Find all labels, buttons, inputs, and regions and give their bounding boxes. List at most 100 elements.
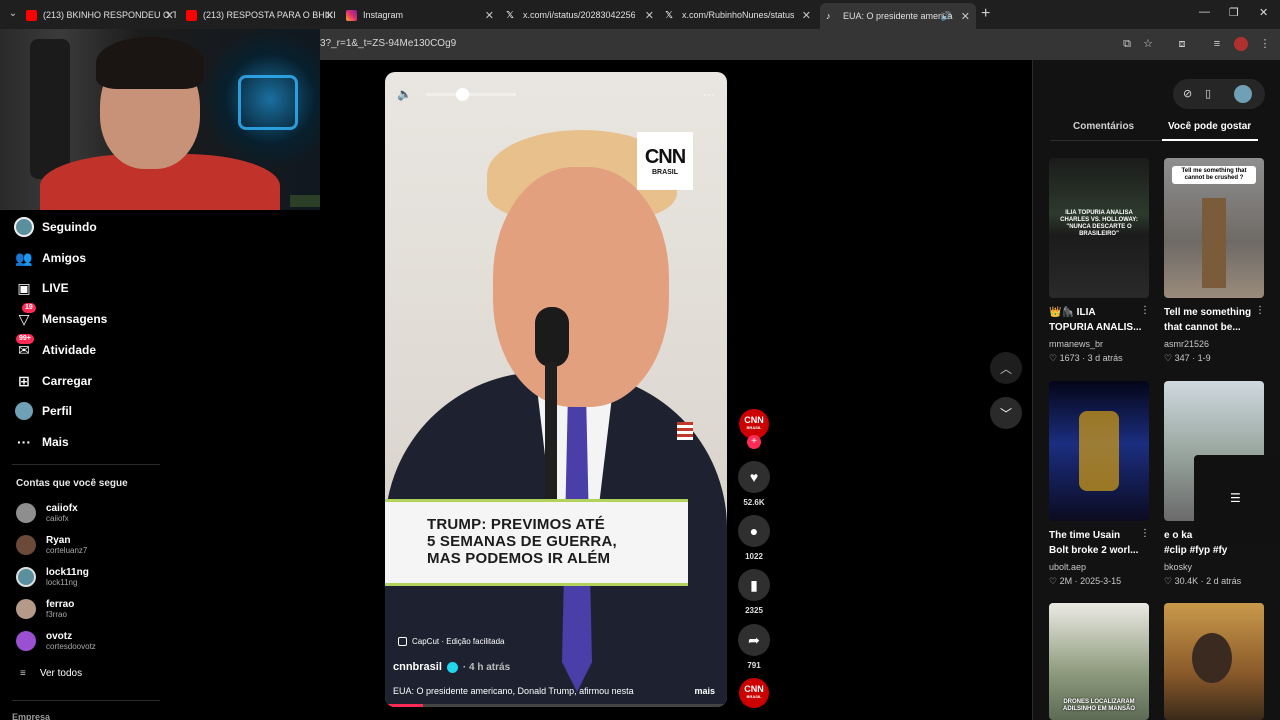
share-icon[interactable]: ➦ [738,624,770,656]
account-item[interactable]: Ryan corteluanz7 [16,533,87,557]
minimize-icon[interactable]: — [1199,6,1210,18]
following-avatar-icon [14,217,34,237]
heart-icon[interactable]: ♥ [738,461,770,493]
speaker-icon[interactable]: 🔊 [941,11,952,22]
video-subject-face [493,167,669,407]
account-item[interactable]: ferrao f3rrao [16,597,74,621]
save-action[interactable]: ▮ 2325 [737,569,771,615]
bookmark-icon[interactable]: ▮ [738,569,770,601]
video-author[interactable]: cnnbrasil · 4 h atrás [393,661,510,673]
logo-subtext: BRASIL [651,169,679,176]
bookmark-star-icon[interactable]: ☆ [1141,37,1155,51]
like-action[interactable]: ♥ 52.6K [737,461,771,507]
account-name: caiiofx [46,503,78,514]
sidebar-item-friends[interactable]: 👥 Amigos [14,247,86,269]
sidebar-divider [12,464,160,465]
card-title[interactable]: The time Usain Bolt broke 2 worl... [1049,528,1149,558]
video-thumbnail[interactable]: ILIA TOPURIA ANALISA CHARLES VS. HOLLOWA… [1049,158,1149,298]
footer-link-company[interactable]: Empresa [12,712,50,720]
thumbnail-text: Tell me something that cannot be crushed… [1172,166,1256,184]
card-title[interactable]: e o ka #clip #fyp #fy [1164,528,1264,558]
card-user[interactable]: bkosky [1164,562,1192,572]
browser-tab-5[interactable]: 𝕏 x.com/RubinhoNunes/status/20 ✕ [665,4,813,26]
profile-avatar-icon[interactable] [1234,37,1248,51]
sidebar-item-messages[interactable]: ▽ 19 Mensagens [14,303,107,330]
sidebar-item-live[interactable]: ▣ LIVE [14,277,68,299]
account-item[interactable]: caiiofx caiiofx [16,501,78,525]
card-user[interactable]: mmanews_br [1049,339,1103,349]
compass-icon[interactable]: ⊘ [1183,87,1192,100]
video-thumbnail[interactable] [1049,381,1149,521]
sidebar-item-profile[interactable]: Perfil [14,400,72,422]
close-tab-icon[interactable]: ✕ [961,10,970,23]
comment-icon[interactable]: ● [738,515,770,547]
card-title[interactable]: Tell me something that cannot be... [1164,305,1264,335]
extensions-icon[interactable]: ⧈ [1175,37,1189,51]
browser-tab-active[interactable]: ♪ EUA: O presidente american 🔊 ✕ [820,3,976,29]
browser-tab-4[interactable]: 𝕏 x.com/i/status/2028304225667 ✕ [506,4,656,26]
flag-pin [677,422,693,440]
account-handle: lock11ng [46,578,78,587]
phone-icon[interactable]: ▯ [1205,87,1211,100]
capcut-tag[interactable]: CapCut · Edição facilitada [398,637,505,646]
see-all-button[interactable]: ≡ Ver todos [20,668,82,679]
tab-you-may-like[interactable]: Você pode gostar [1168,121,1251,132]
volume-icon[interactable]: 🔈 [397,87,412,101]
expand-description-button[interactable]: mais [694,686,715,696]
microphone-stand [545,362,557,522]
sound-avatar[interactable]: CNN BRASIL [739,678,769,708]
card-user[interactable]: ubolt.aep [1049,562,1086,572]
card-stats: ♡ 30.4K · 2 d atrás [1164,576,1242,586]
browser-tab-2[interactable]: (213) RESPOSTA PARA O BHIKIN ✕ [186,4,336,26]
author-name[interactable]: cnnbrasil [393,661,442,673]
share-action[interactable]: ➦ 791 [737,624,771,670]
media-controls-icon[interactable]: ≡ [1210,37,1224,51]
cast-icon[interactable]: ⧉ [1120,37,1134,51]
card-title[interactable]: 👑🦍 ILIA TOPURIA ANALIS... [1049,305,1149,335]
video-thumbnail[interactable]: DRONES LOCALIZARAM ADILSINHO EM MANSÃO [1049,603,1149,720]
close-window-icon[interactable]: ✕ [1259,6,1268,19]
new-tab-icon[interactable]: + [981,5,990,23]
browser-tab-3[interactable]: Instagram ✕ [346,4,496,26]
close-tab-icon[interactable]: ✕ [802,9,811,22]
tab-search-icon[interactable]: ⌄ [5,6,21,22]
video-progress-fill [385,704,423,707]
tab-comments[interactable]: Comentários [1073,121,1134,132]
video-progress-bar[interactable] [385,704,727,707]
account-name: ferrao [46,599,75,610]
browser-tab-1[interactable]: (213) BKINHO RESPONDEU O T ✕ [26,4,176,26]
avatar [16,631,36,651]
url-field[interactable]: 3?_r=1&_t=ZS-94Me130COg9 [320,38,456,49]
volume-slider[interactable] [425,87,516,101]
more-options-icon[interactable]: ··· [703,87,715,101]
maximize-icon[interactable]: ❐ [1229,6,1239,19]
close-tab-icon[interactable]: ✕ [165,9,174,22]
close-tab-icon[interactable]: ✕ [325,9,334,22]
sidebar-item-upload[interactable]: ⊞ Carregar [14,370,92,392]
user-avatar[interactable] [1234,85,1252,103]
chevron-down-icon: ﹀ [999,406,1012,421]
browser-menu-icon[interactable]: ⋮ [1258,37,1272,51]
sidebar-item-following[interactable]: Seguindo [14,216,97,238]
video-thumbnail[interactable]: Tell me something that cannot be crushed… [1164,158,1264,298]
sidebar-item-activity[interactable]: ✉ 99+ Atividade [14,334,96,361]
account-item[interactable]: ovotz cortesdoovotz [16,629,96,653]
card-user[interactable]: asmr21526 [1164,339,1209,349]
video-player[interactable]: CNN BRASIL 🔈 ··· TRUMP: PREVIMOS ATÉ 5 S… [385,72,727,707]
follow-button[interactable]: + [747,435,761,449]
next-video-button[interactable]: ﹀ [990,397,1022,429]
card-more-icon[interactable]: ⋮ [1255,305,1265,316]
video-thumbnail[interactable] [1164,603,1264,720]
save-count: 2325 [745,606,763,615]
comment-action[interactable]: ● 1022 [737,515,771,561]
share-count: 791 [747,661,761,670]
card-more-icon[interactable]: ⋮ [1140,528,1150,539]
volume-slider-knob[interactable] [455,87,469,101]
captions-icon[interactable]: ☰ [1230,491,1241,505]
account-item[interactable]: lock11ng lock11ng [16,565,89,589]
close-tab-icon[interactable]: ✕ [485,9,494,22]
card-more-icon[interactable]: ⋮ [1140,305,1150,316]
previous-video-button[interactable]: ︿ [990,352,1022,384]
sidebar-item-more[interactable]: ··· Mais [14,431,69,453]
close-tab-icon[interactable]: ✕ [645,9,654,22]
